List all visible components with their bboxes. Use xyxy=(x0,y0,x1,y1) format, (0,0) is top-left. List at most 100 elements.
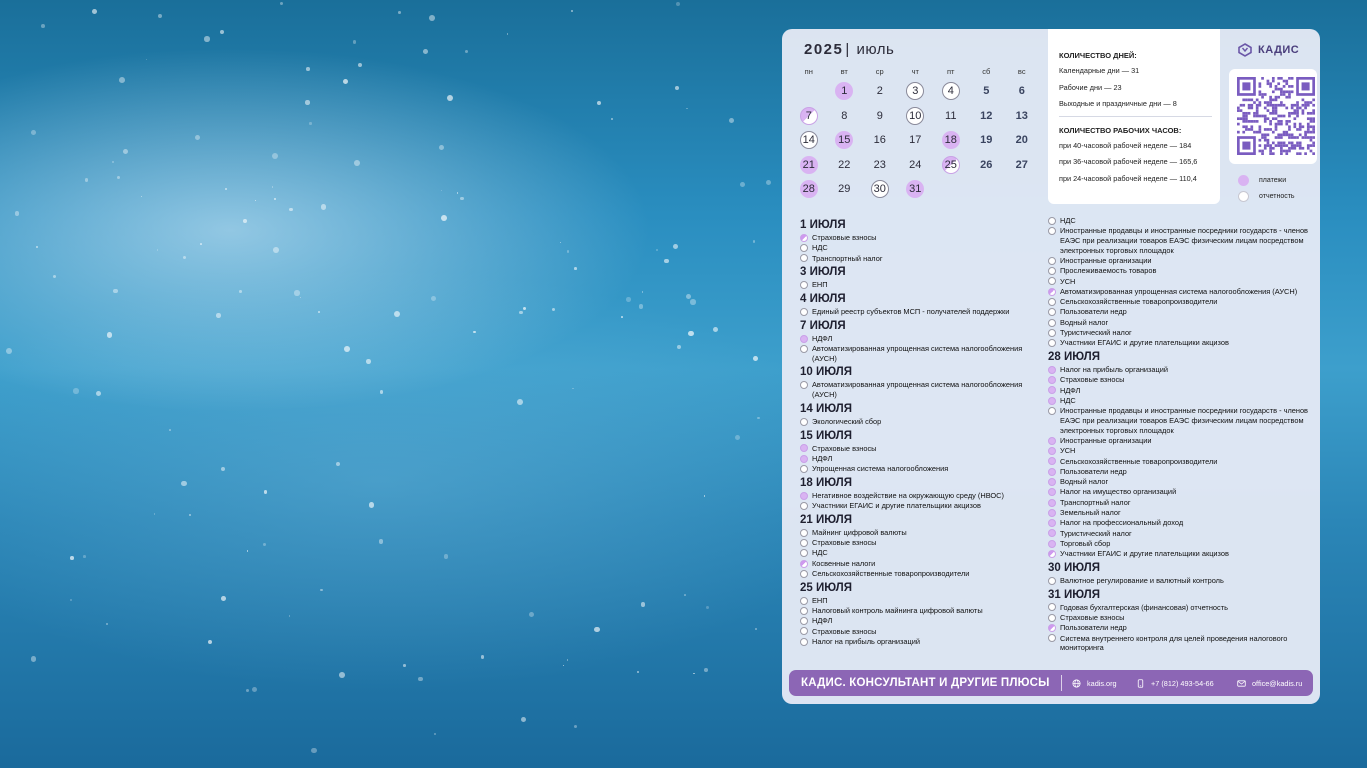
bubble-decoration xyxy=(238,290,242,294)
report-marker-icon xyxy=(1048,267,1056,276)
bubble-decoration xyxy=(274,197,277,200)
calendar-day[interactable]: 16 xyxy=(862,131,898,149)
day-number: 31 xyxy=(906,180,925,199)
bubble-decoration xyxy=(446,95,453,102)
report-marker-icon xyxy=(800,254,808,263)
calendar-month: июль xyxy=(856,41,895,58)
report-marker-icon xyxy=(1048,297,1056,306)
calendar-day[interactable]: 10 xyxy=(898,106,934,125)
website-link[interactable]: kadis.org xyxy=(1072,679,1136,688)
payment-marker-icon xyxy=(1048,365,1056,374)
calendar-day[interactable]: 29 xyxy=(827,180,863,198)
bubble-decoration xyxy=(456,191,459,194)
payment-dot-icon xyxy=(1238,175,1249,186)
calendar-day[interactable]: 23 xyxy=(862,156,898,174)
payment-marker-icon xyxy=(1048,447,1056,456)
report-marker-icon xyxy=(800,637,808,646)
bubble-decoration xyxy=(320,588,323,592)
phone-link[interactable]: +7 (812) 493-54-66 xyxy=(1136,679,1237,688)
day-number: 8 xyxy=(841,109,848,122)
event-item-text: Страховые взносы xyxy=(812,443,877,453)
calendar-day[interactable]: 21 xyxy=(791,155,827,174)
calendar-day[interactable]: 18 xyxy=(933,131,969,150)
calendar-day[interactable]: 4 xyxy=(933,82,969,101)
calendar-day[interactable]: 15 xyxy=(827,131,863,150)
bubble-decoration xyxy=(246,550,249,552)
bubble-decoration xyxy=(215,313,221,318)
bubble-decoration xyxy=(309,122,312,125)
calendar-day[interactable]: 3 xyxy=(898,82,934,101)
calendar-day[interactable]: 14 xyxy=(791,131,827,150)
events-column-left: 1 ИЮЛЯ Страховые взносы НДС Транспортный на… xyxy=(800,216,1048,647)
email-link[interactable]: office@kadis.ru xyxy=(1237,679,1302,688)
report-marker-icon xyxy=(1048,277,1056,286)
qr-code[interactable] xyxy=(1229,69,1317,164)
calendar-day[interactable]: 17 xyxy=(898,131,934,149)
calendar-day[interactable]: 8 xyxy=(827,107,863,125)
calendar-day[interactable]: 31 xyxy=(898,180,934,199)
calendar-day[interactable]: 7 xyxy=(791,106,827,125)
calendar-day[interactable]: 25 xyxy=(933,155,969,174)
bubble-decoration xyxy=(288,615,291,617)
calendar-day[interactable]: 22 xyxy=(827,156,863,174)
bubble-decoration xyxy=(262,542,266,546)
event-item: УСН xyxy=(1048,446,1310,456)
event-item-text: НДС xyxy=(812,243,828,253)
calendar-day[interactable]: 6 xyxy=(1004,82,1040,100)
calendar-day[interactable]: 30 xyxy=(862,180,898,199)
calendar-day[interactable]: 19 xyxy=(969,131,1005,149)
bubble-decoration xyxy=(765,179,771,185)
payment-report-marker-icon xyxy=(800,559,808,568)
bubble-decoration xyxy=(271,186,274,189)
calendar-day[interactable]: 5 xyxy=(969,82,1005,100)
holidays-count: Выходные и праздничные дни — 8 xyxy=(1059,99,1177,108)
bubble-decoration xyxy=(440,215,447,221)
payment-marker-icon xyxy=(1048,498,1056,507)
bubble-decoration xyxy=(626,297,631,302)
calendar-day[interactable]: 24 xyxy=(898,156,934,174)
calendar-day[interactable]: 12 xyxy=(969,107,1005,125)
event-item-text: Иностранные организации xyxy=(1060,256,1152,265)
bubble-decoration xyxy=(703,495,706,497)
calendar-day[interactable]: 26 xyxy=(969,156,1005,174)
mail-icon xyxy=(1237,679,1246,687)
bubble-decoration xyxy=(638,303,644,309)
bubble-decoration xyxy=(570,9,574,13)
calendar-day[interactable]: 2 xyxy=(862,82,898,100)
month-stats-card: КОЛИЧЕСТВО ДНЕЙ: Календарные дни — 31 Ра… xyxy=(1048,29,1220,204)
event-item-text: Сельскохозяйственные товаропроизводители xyxy=(812,569,970,578)
event-item-text: УСН xyxy=(1060,446,1076,456)
event-item: НДС xyxy=(800,548,1048,558)
bubble-decoration xyxy=(243,219,247,223)
calendar-day[interactable]: 9 xyxy=(862,107,898,125)
report-marker-icon xyxy=(1048,308,1056,317)
event-item-text: НДФЛ xyxy=(1060,385,1081,395)
day-number: 15 xyxy=(835,131,854,150)
event-item-text: Прослеживаемость товаров xyxy=(1060,266,1157,276)
event-item: Упрощенная система налогообложения xyxy=(800,464,1048,474)
calendar-day[interactable]: 1 xyxy=(827,82,863,101)
weekday-label: пт xyxy=(947,67,955,76)
footer-title: КАДИС. КОНСУЛЬТАНТ И ДРУГИЕ ПЛЮСЫ xyxy=(801,677,1050,689)
bubble-decoration xyxy=(519,310,523,315)
calendar-day[interactable]: 20 xyxy=(1004,131,1040,149)
event-item: Автоматизированная упрощенная система на… xyxy=(800,380,1048,399)
bubble-decoration xyxy=(272,153,279,160)
report-marker-icon xyxy=(800,606,808,615)
bubble-decoration xyxy=(182,255,187,260)
weekday-label: сб xyxy=(982,67,991,76)
bubble-decoration xyxy=(5,348,12,355)
calendar-day[interactable]: 28 xyxy=(791,180,827,199)
legend-reports: отчетность xyxy=(1238,191,1295,202)
bubble-decoration xyxy=(305,100,310,105)
report-marker-icon xyxy=(1048,613,1056,622)
work-days-count: Рабочие дни — 23 xyxy=(1059,82,1122,92)
event-item-text: Страховые взносы xyxy=(812,233,877,242)
calendar-day[interactable]: 11 xyxy=(933,107,969,125)
event-item: НДФЛ xyxy=(800,454,1048,464)
event-item-text: Валютное регулирование и валютный контро… xyxy=(1060,575,1224,585)
bubble-decoration xyxy=(245,688,250,692)
payment-marker-icon xyxy=(1048,539,1056,548)
calendar-day[interactable]: 13 xyxy=(1004,107,1040,125)
calendar-day[interactable]: 27 xyxy=(1004,156,1040,174)
